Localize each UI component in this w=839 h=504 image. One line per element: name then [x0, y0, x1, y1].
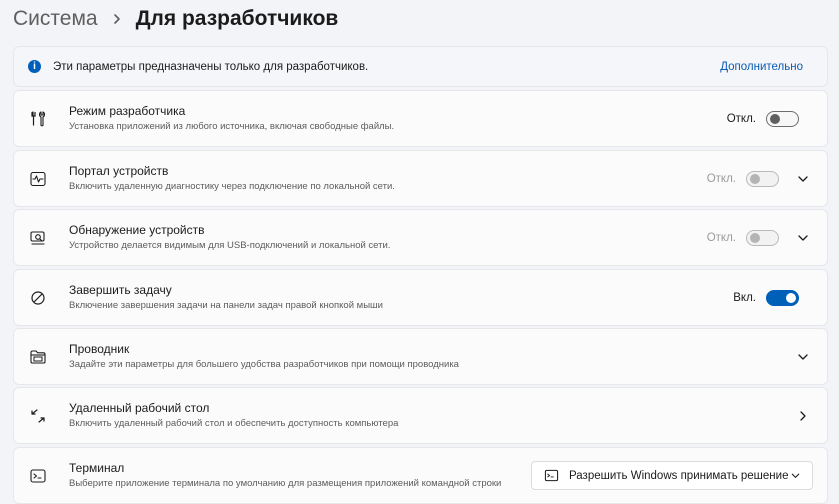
- chevron-down-icon[interactable]: [793, 169, 813, 189]
- terminal-app-dropdown[interactable]: Разрешить Windows принимать решение: [531, 461, 813, 490]
- setting-device-discovery[interactable]: Обнаружение устройств Устройство делаетс…: [13, 209, 828, 266]
- breadcrumb-parent[interactable]: Система: [13, 7, 98, 31]
- device-portal-icon: [28, 169, 48, 189]
- info-banner: i Эти параметры предназначены только для…: [13, 46, 828, 87]
- info-icon: i: [28, 60, 41, 73]
- chevron-right-icon[interactable]: [793, 406, 813, 426]
- setting-remote-desktop[interactable]: Удаленный рабочий стол Включить удаленны…: [13, 387, 828, 444]
- developer-mode-toggle[interactable]: [766, 110, 799, 127]
- toggle-state-label: Откл.: [706, 231, 736, 244]
- setting-description: Устройство делается видимым для USB-подк…: [69, 240, 391, 251]
- toggle-state-label: Вкл.: [733, 291, 756, 304]
- chevron-right-icon: [106, 0, 128, 38]
- page-title: Для разработчиков: [135, 7, 339, 30]
- setting-description: Включить удаленный рабочий стол и обеспе…: [69, 418, 399, 429]
- device-discovery-toggle[interactable]: [746, 229, 779, 246]
- setting-description: Включить удаленную диагностику через под…: [69, 181, 395, 192]
- setting-description: Задайте эти параметры для большего удобс…: [69, 359, 459, 370]
- setting-description: Установка приложений из любого источника…: [69, 121, 395, 132]
- setting-title: Удаленный рабочий стол: [69, 401, 210, 415]
- end-task-toggle[interactable]: [766, 289, 799, 306]
- toggle-state-label: Откл.: [706, 172, 736, 185]
- setting-title: Завершить задачу: [69, 283, 172, 297]
- settings-page: Система Для разработчиков i Эти параметр…: [0, 0, 839, 504]
- setting-terminal: Терминал Выберите приложение терминала п…: [13, 447, 828, 504]
- setting-title: Терминал: [69, 461, 125, 475]
- dropdown-selected-value: Разрешить Windows принимать решение: [569, 469, 789, 482]
- setting-title: Портал устройств: [69, 164, 169, 178]
- device-portal-toggle[interactable]: [746, 170, 779, 187]
- setting-description: Выберите приложение терминала по умолчан…: [69, 478, 502, 489]
- folder-icon: [28, 347, 48, 367]
- device-discovery-icon: [28, 228, 48, 248]
- chevron-down-icon[interactable]: [793, 347, 813, 367]
- setting-device-portal[interactable]: Портал устройств Включить удаленную диаг…: [13, 150, 828, 207]
- setting-title: Режим разработчика: [69, 104, 186, 118]
- setting-title: Проводник: [69, 342, 130, 356]
- toggle-state-label: Откл.: [726, 112, 756, 125]
- info-banner-text: Эти параметры предназначены только для р…: [53, 60, 369, 73]
- terminal-icon: [28, 466, 48, 486]
- chevron-down-icon: [789, 470, 801, 482]
- setting-description: Включение завершения задачи на панели за…: [69, 300, 383, 311]
- breadcrumb: Система Для разработчиков: [12, 0, 827, 38]
- tools-icon: [28, 109, 48, 129]
- setting-title: Обнаружение устройств: [69, 223, 205, 237]
- setting-end-task: Завершить задачу Включение завершения за…: [13, 269, 828, 326]
- setting-file-explorer[interactable]: Проводник Задайте эти параметры для боль…: [13, 328, 828, 385]
- more-info-link[interactable]: Дополнительно: [720, 61, 803, 73]
- end-task-icon: [28, 288, 48, 308]
- setting-developer-mode: Режим разработчика Установка приложений …: [13, 90, 828, 147]
- remote-desktop-icon: [28, 406, 48, 426]
- chevron-down-icon[interactable]: [793, 228, 813, 248]
- terminal-app-icon: [543, 468, 559, 484]
